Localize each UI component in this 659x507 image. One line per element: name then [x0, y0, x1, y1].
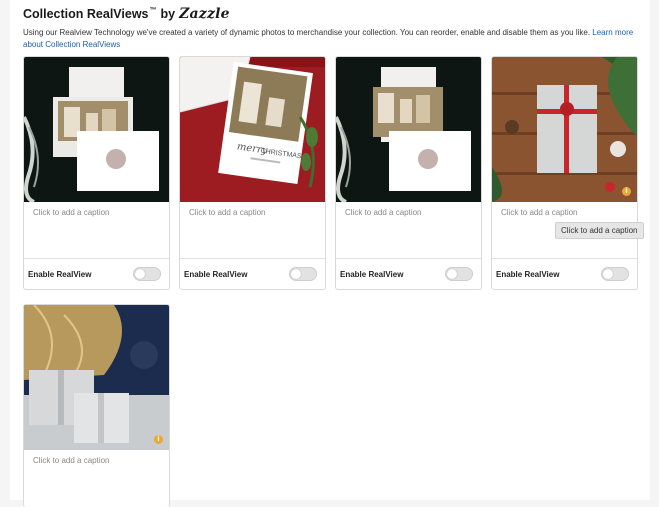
toggle-knob — [603, 269, 613, 279]
caption-field[interactable]: Click to add a caption — [24, 202, 169, 259]
realview-card[interactable]: Click to add a caption Enable RealView — [335, 56, 482, 290]
enable-label: Enable RealView — [28, 269, 92, 279]
caption-field[interactable]: Click to add a caption — [180, 202, 325, 259]
description: Using our Realview Technology we've crea… — [23, 27, 638, 51]
enable-toggle[interactable] — [289, 267, 317, 281]
realview-image[interactable] — [24, 57, 169, 202]
enable-row: Enable RealView — [24, 259, 169, 289]
caption-tooltip: Click to add a caption — [555, 222, 644, 239]
toggle-knob — [447, 269, 457, 279]
realview-card[interactable]: Click to add a caption Enable RealView — [23, 56, 170, 290]
enable-row: Enable RealView — [180, 259, 325, 289]
caption-field[interactable]: Click to add a caption — [24, 450, 169, 507]
enable-label: Enable RealView — [340, 269, 404, 279]
enable-toggle[interactable] — [601, 267, 629, 281]
page: Collection RealViews ™ by Zazzle Using ou… — [10, 0, 650, 507]
realview-card[interactable]: i Click to add a caption — [23, 304, 170, 507]
title-text: Collection RealViews — [23, 7, 149, 21]
enable-label: Enable RealView — [496, 269, 560, 279]
toggle-knob — [135, 269, 145, 279]
realview-image[interactable]: merry CHRISTMAS — [180, 57, 325, 202]
realview-card[interactable]: i Click to add a caption Enable RealView — [491, 56, 638, 290]
description-text: Using our Realview Technology we've crea… — [23, 28, 591, 37]
page-title: Collection RealViews ™ by Zazzle — [23, 6, 638, 22]
info-icon[interactable]: i — [622, 187, 631, 196]
realview-card[interactable]: merry CHRISTMAS Click to add a caption E… — [179, 56, 326, 290]
enable-toggle[interactable] — [133, 267, 161, 281]
title-by: by — [160, 7, 176, 21]
toggle-knob — [291, 269, 301, 279]
enable-toggle[interactable] — [445, 267, 473, 281]
caption-field[interactable]: Click to add a caption — [336, 202, 481, 259]
enable-row: Enable RealView — [492, 259, 637, 289]
header: Collection RealViews ™ by Zazzle Using ou… — [23, 6, 638, 51]
realview-image[interactable] — [336, 57, 481, 202]
enable-row: Enable RealView — [336, 259, 481, 289]
info-icon[interactable]: i — [154, 435, 163, 444]
zazzle-logo: Zazzle — [179, 6, 230, 22]
realview-image[interactable]: i — [24, 305, 169, 450]
trademark: ™ — [149, 6, 157, 14]
realview-image[interactable]: i — [492, 57, 637, 202]
enable-label: Enable RealView — [184, 269, 248, 279]
